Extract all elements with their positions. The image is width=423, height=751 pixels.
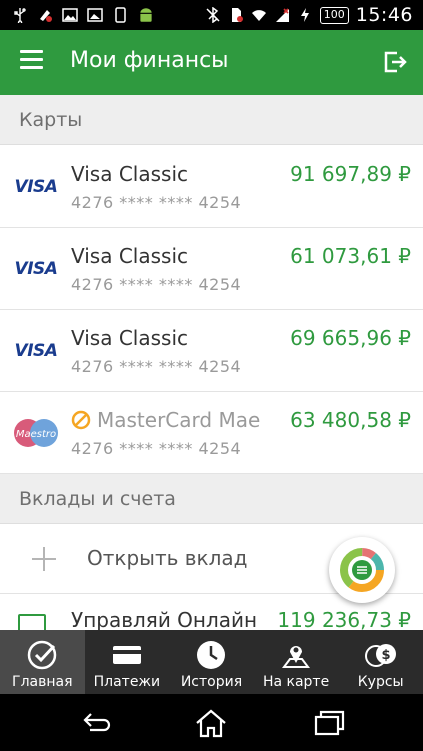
nav-label: История xyxy=(180,674,243,690)
bottom-navigation: Главная Платежи История На карте $ Курсы xyxy=(0,630,423,694)
battery-level: 100 xyxy=(319,6,349,24)
blocked-icon xyxy=(71,410,91,430)
wifi-icon xyxy=(251,10,266,21)
finance-chart-button[interactable] xyxy=(329,537,395,603)
nav-item-home[interactable]: Главная xyxy=(0,630,85,694)
plus-icon xyxy=(32,547,56,571)
clock-icon xyxy=(197,641,226,669)
card-row[interactable]: Maestro MasterCard Mae 4276 **** **** 42… xyxy=(0,392,423,474)
visa-logo-icon: VISA xyxy=(14,259,58,279)
card-row[interactable]: VISA Visa Classic 4276 **** **** 4254 61… xyxy=(0,228,423,310)
card-name: Visa Classic xyxy=(71,244,189,268)
card-name: MasterCard Mae xyxy=(97,408,261,432)
bluetooth-off-icon xyxy=(206,7,220,23)
phone-icon xyxy=(115,7,126,23)
page-title: Мои финансы xyxy=(70,48,229,73)
hamburger-menu-icon[interactable] xyxy=(20,50,46,74)
svg-text:Maestro: Maestro xyxy=(16,429,56,440)
nav-item-map[interactable]: На карте xyxy=(254,630,339,694)
debug-icon xyxy=(40,10,52,22)
card-number: 4276 **** **** 4254 xyxy=(71,193,242,212)
card-name: Visa Classic xyxy=(71,162,189,186)
card-row[interactable]: VISA Visa Classic 4276 **** **** 4254 69… xyxy=(0,310,423,392)
card-row[interactable]: VISA Visa Classic 4276 **** **** 4254 91… xyxy=(0,146,423,228)
recent-apps-icon[interactable] xyxy=(312,708,346,738)
sberbank-logo-icon xyxy=(28,640,57,670)
svg-text:$: $ xyxy=(381,648,390,663)
signal-icon xyxy=(275,8,289,22)
account-balance: 119 236,73 ₽ xyxy=(277,608,411,632)
visa-logo-icon: VISA xyxy=(14,341,58,361)
nav-label: Платежи xyxy=(93,674,161,690)
app-toolbar: Мои финансы xyxy=(0,30,423,95)
section-header-cards: Карты xyxy=(0,95,423,145)
back-icon[interactable] xyxy=(78,708,112,738)
card-number: 4276 **** **** 4254 xyxy=(71,439,242,458)
card-number: 4276 **** **** 4254 xyxy=(71,357,242,376)
nav-label: Главная xyxy=(12,674,73,690)
card-name: Visa Classic xyxy=(71,326,189,350)
sim-icon xyxy=(231,8,243,22)
nav-item-payments[interactable]: Платежи xyxy=(85,630,170,694)
nav-label: Курсы xyxy=(357,674,404,690)
card-balance: 63 480,58 ₽ xyxy=(290,408,411,432)
card-balance: 69 665,96 ₽ xyxy=(290,326,411,350)
android-icon xyxy=(140,8,152,22)
account-name: Управляй Онлайн xyxy=(71,608,258,632)
payment-card-icon xyxy=(112,646,141,664)
clock: 15:46 xyxy=(355,4,413,26)
nav-item-rates[interactable]: $ Курсы xyxy=(338,630,423,694)
charging-icon xyxy=(300,8,309,22)
finance-chart-icon xyxy=(340,548,384,592)
usb-icon xyxy=(14,8,26,23)
card-balance: 61 073,61 ₽ xyxy=(290,244,411,268)
image-icon xyxy=(62,8,78,22)
home-icon[interactable] xyxy=(194,708,228,738)
status-bar: 100 15:46 xyxy=(0,0,423,30)
card-balance: 91 697,89 ₽ xyxy=(290,162,411,186)
nav-item-history[interactable]: История xyxy=(169,630,254,694)
maestro-logo-icon: Maestro xyxy=(10,419,62,447)
gallery-icon xyxy=(87,8,103,22)
card-number: 4276 **** **** 4254 xyxy=(71,275,242,294)
currency-icon: $ xyxy=(364,644,396,667)
logout-icon[interactable] xyxy=(381,48,409,76)
visa-logo-icon: VISA xyxy=(14,177,58,197)
map-pin-icon xyxy=(282,646,311,668)
system-navigation-bar xyxy=(0,694,423,751)
nav-label: На карте xyxy=(262,674,330,690)
section-header-deposits: Вклады и счета xyxy=(0,474,423,524)
open-deposit-label: Открыть вклад xyxy=(87,546,248,570)
